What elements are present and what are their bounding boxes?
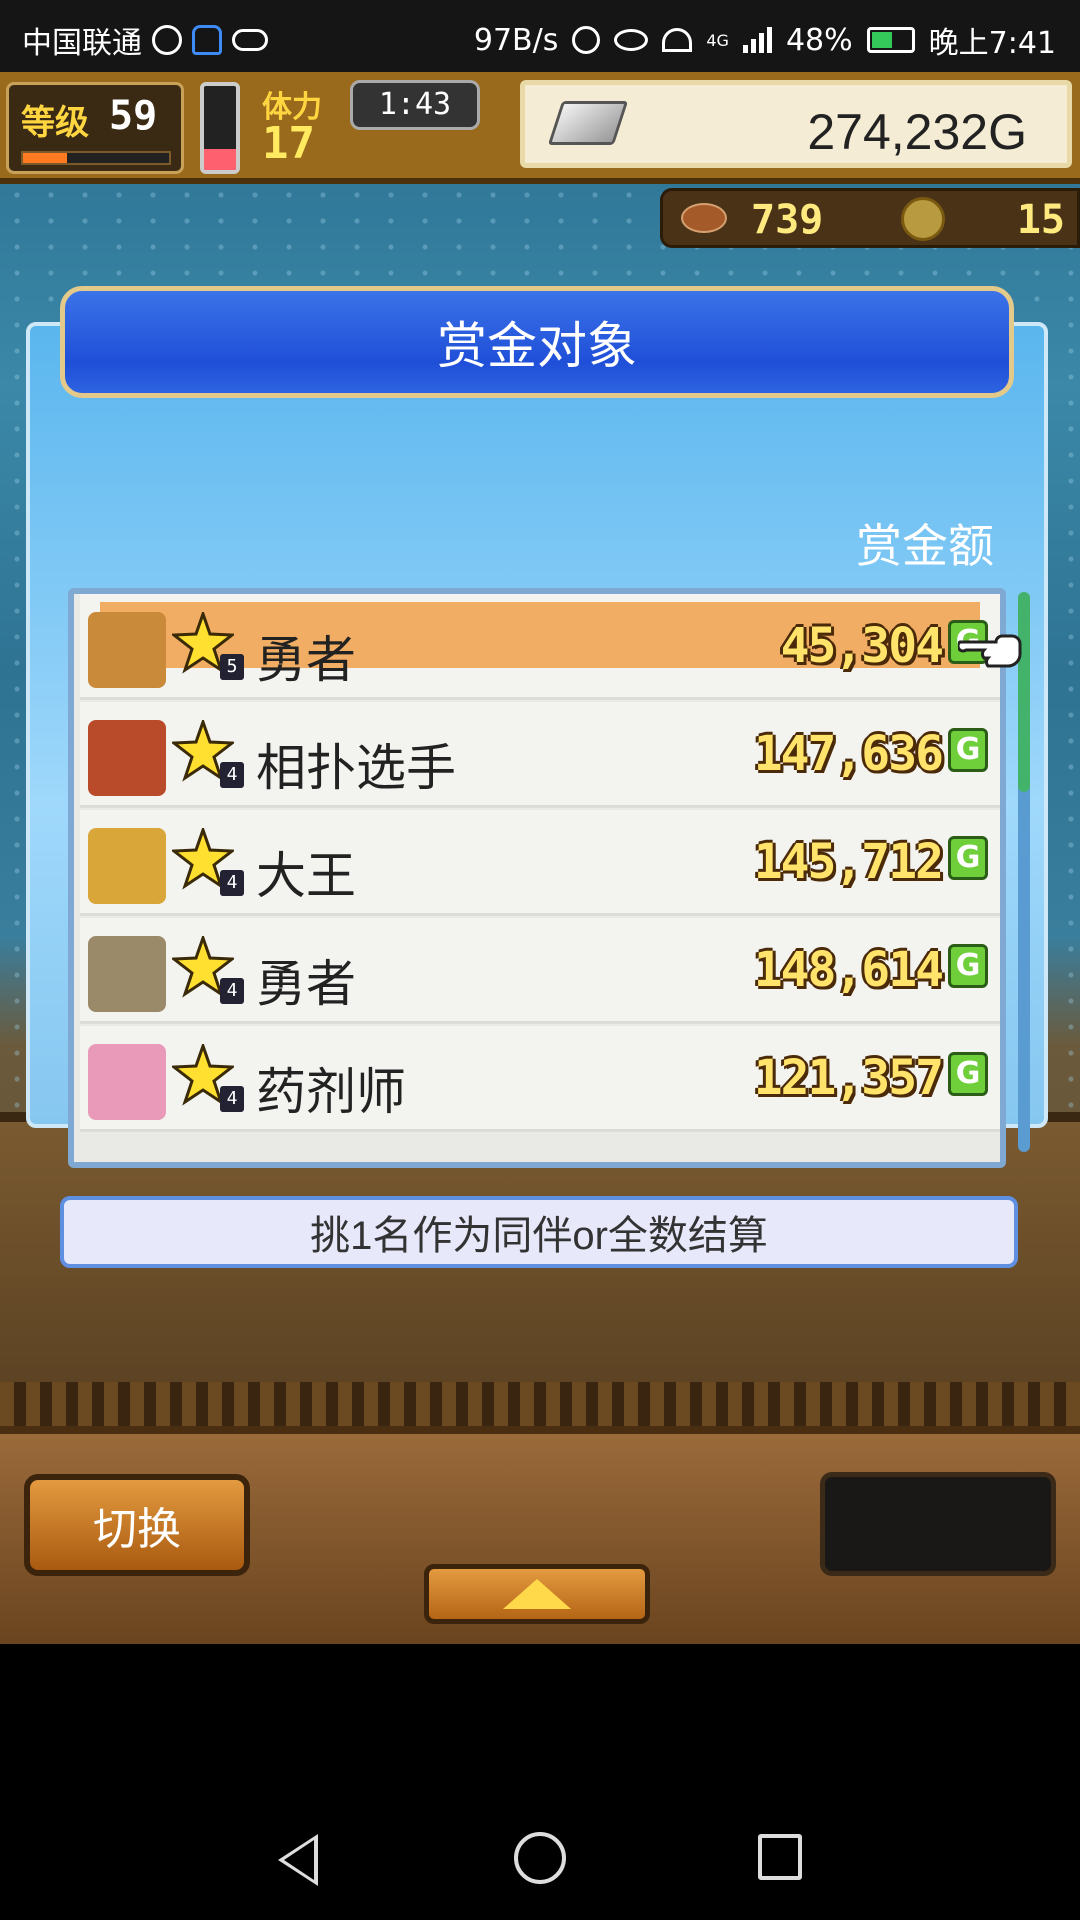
battery-icon [866, 27, 915, 53]
bounty-row[interactable]: 4 大王 145,712 G [80, 810, 1000, 916]
character-name: 勇者 [256, 956, 356, 1012]
recent-apps-icon[interactable] [758, 1834, 802, 1880]
level-label: 等级 [21, 103, 89, 143]
list-scrollbar[interactable] [1018, 592, 1030, 1152]
bounty-amount: 121,357 [753, 1050, 944, 1106]
sync-icon [152, 25, 182, 55]
status-bar-left: 中国联通 [22, 18, 268, 62]
silver-bar-icon [547, 101, 629, 145]
wifi-icon [662, 28, 693, 52]
character-name: 药剂师 [256, 1064, 406, 1120]
gold-g-icon: G [948, 1052, 988, 1096]
net-speed: 97B/s [473, 22, 559, 58]
gold-g-icon: G [948, 944, 988, 988]
coin-value: 15 [1016, 197, 1065, 243]
dialog-title-bar: 赏金对象 [60, 286, 1014, 398]
coin-icon [901, 197, 945, 241]
resource-bar: 739 15 [660, 188, 1080, 248]
bounty-row[interactable]: 4 勇者 148,614 G [80, 918, 1000, 1024]
bottom-toolbar: 切换 [0, 1426, 1080, 1644]
character-avatar [88, 1044, 166, 1120]
weather-icon [232, 29, 268, 51]
network-type: 4G [706, 30, 729, 50]
ship-railing [0, 1382, 1080, 1432]
meat-value: 739 [751, 197, 824, 243]
rank-number: 4 [220, 870, 244, 896]
status-bar: 中国联通 97B/s 4G 48% 晚上7:41 [0, 0, 1080, 72]
disabled-button[interactable] [820, 1472, 1056, 1576]
level-value: 59 [109, 93, 158, 139]
level-box: 等级 59 [6, 82, 184, 174]
rank-number: 4 [220, 762, 244, 788]
status-bar-right: 97B/s 4G 48% 晚上7:41 [474, 18, 1056, 62]
pointing-hand-icon [958, 634, 1022, 668]
bounty-amount: 45,304 [780, 618, 944, 674]
notification-icon [192, 25, 222, 55]
system-nav-bar [0, 1800, 1080, 1920]
stamina-value: 17 [262, 118, 315, 169]
home-icon[interactable] [514, 1832, 566, 1884]
eye-icon [614, 29, 649, 51]
stamina-gauge [200, 82, 240, 174]
rank-number: 5 [220, 654, 244, 680]
clock: 晚上7:41 [928, 26, 1056, 61]
rank-number: 4 [220, 1086, 244, 1112]
exp-bar [21, 151, 171, 165]
gold-g-icon: G [948, 728, 988, 772]
expand-up-button[interactable] [424, 1564, 650, 1624]
bounty-row[interactable]: 4 药剂师 121,357 G [80, 1026, 1000, 1132]
character-avatar [88, 720, 166, 796]
character-avatar [88, 936, 166, 1012]
bounty-row[interactable]: 4 相扑选手 147,636 G [80, 702, 1000, 808]
meat-icon [681, 203, 727, 233]
character-name: 勇者 [256, 632, 356, 688]
mute-icon [572, 26, 601, 54]
switch-button[interactable]: 切换 [24, 1474, 250, 1576]
gold-display: 274,232G [520, 80, 1072, 168]
back-icon[interactable] [278, 1834, 318, 1886]
arrow-up-icon [503, 1579, 571, 1609]
signal-icon [742, 27, 772, 53]
bounty-row[interactable]: 5勇者45,304G [80, 594, 1000, 700]
bounty-amount: 147,636 [753, 726, 944, 782]
carrier-label: 中国联通 [22, 26, 142, 61]
bounty-amount-header: 赏金额 [856, 520, 994, 572]
bounty-amount: 145,712 [753, 834, 944, 890]
battery-percent: 48% [785, 22, 853, 58]
bounty-amount: 148,614 [753, 942, 944, 998]
bounty-list: 5勇者45,304G4相扑选手147,636G4大王145,712G4勇者148… [68, 588, 1006, 1168]
character-avatar [88, 828, 166, 904]
gold-value: 274,232G [807, 104, 1027, 160]
top-hud: 等级 59 体力 17 1:43 274,232G [0, 72, 1080, 184]
character-avatar [88, 612, 166, 688]
character-name: 大王 [256, 848, 356, 904]
rank-number: 4 [220, 978, 244, 1004]
character-name: 相扑选手 [256, 740, 456, 796]
stamina-timer: 1:43 [350, 80, 480, 130]
dialog-title: 赏金对象 [437, 318, 637, 374]
hint-bar: 挑1名作为同伴or全数结算 [60, 1196, 1018, 1268]
gold-g-icon: G [948, 836, 988, 880]
